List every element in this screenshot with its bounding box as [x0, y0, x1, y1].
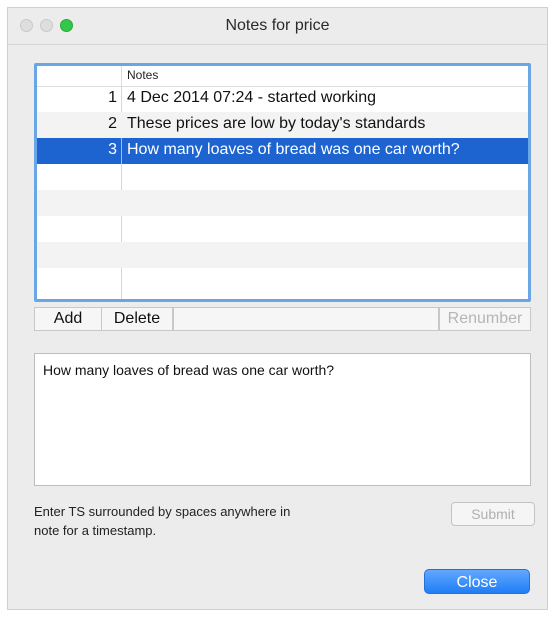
- table-row[interactable]: 2 These prices are low by today's standa…: [37, 112, 528, 138]
- row-note: 4 Dec 2014 07:24 - started working: [127, 89, 377, 106]
- hint-line: note for a timestamp.: [34, 523, 157, 538]
- note-editor[interactable]: How many loaves of bread was one car wor…: [34, 353, 531, 486]
- column-header-number[interactable]: [37, 66, 122, 86]
- row-note: These prices are low by today's standard…: [127, 115, 426, 132]
- window-title: Notes for price: [225, 17, 330, 34]
- delete-button[interactable]: Delete: [101, 307, 173, 331]
- table-row[interactable]: 1 4 Dec 2014 07:24 - started working: [37, 86, 528, 112]
- renumber-button[interactable]: Renumber: [439, 307, 531, 331]
- row-number: 2: [108, 115, 117, 132]
- column-header-notes[interactable]: Notes: [127, 68, 158, 82]
- row-number: 1: [108, 89, 117, 106]
- empty-row: [37, 242, 528, 268]
- table-row-selected[interactable]: 3 How many loaves of bread was one car w…: [37, 138, 528, 164]
- empty-row: [37, 190, 528, 216]
- table-header: Notes: [37, 66, 528, 87]
- button-bar-spacer: [173, 307, 439, 331]
- column-divider: [121, 138, 122, 164]
- hint-line: Enter TS surrounded by spaces anywhere i…: [34, 504, 291, 519]
- row-number: 3: [108, 141, 117, 158]
- close-button[interactable]: Close: [424, 569, 530, 594]
- notes-window: Notes for price Notes 1 4 Dec 2014 07:24…: [7, 7, 548, 610]
- table-button-bar: Add Delete Renumber: [34, 307, 531, 331]
- title-bar: Notes for price: [8, 8, 547, 45]
- submit-button[interactable]: Submit: [451, 502, 535, 526]
- row-note: How many loaves of bread was one car wor…: [127, 141, 460, 158]
- add-button[interactable]: Add: [34, 307, 102, 331]
- timestamp-hint: Enter TS surrounded by spaces anywhere i…: [34, 502, 394, 540]
- notes-table[interactable]: Notes 1 4 Dec 2014 07:24 - started worki…: [34, 63, 531, 302]
